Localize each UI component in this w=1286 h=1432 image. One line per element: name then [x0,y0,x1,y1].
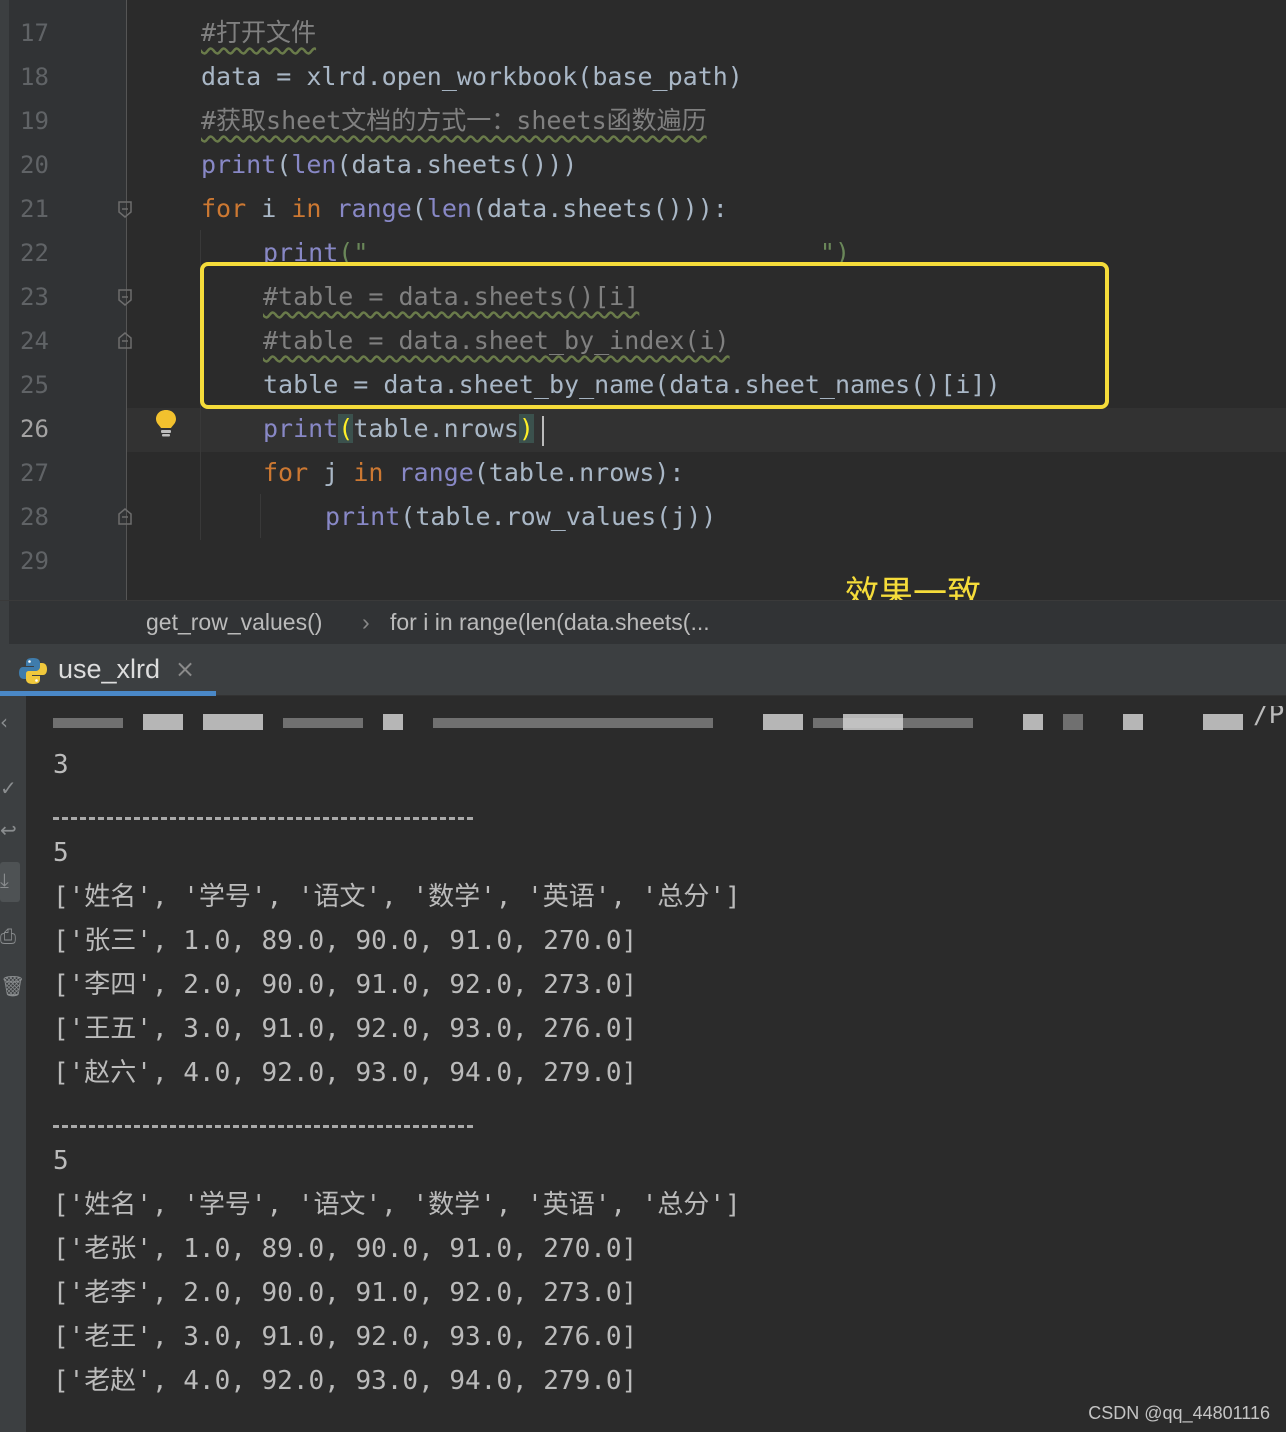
output-separator [53,1125,473,1128]
line-number: 18 [20,63,49,91]
code-line-21: for i in range(len(data.sheets())): [201,194,728,223]
scroll-up-icon[interactable]: ‹ [0,710,22,736]
fold-close-icon[interactable] [117,330,133,350]
keyword-in: in [291,194,322,223]
run-tab-label: use_xlrd [58,654,161,684]
line-number: 25 [20,371,49,399]
output-separator [53,817,473,820]
builtin-range: range [336,194,412,223]
output-row: ['李四', 2.0, 90.0, 91.0, 92.0, 273.0] [53,970,638,1000]
output-sheet-count: 3 [53,750,69,780]
line-number: 23 [20,283,49,311]
keyword-for: for [263,458,309,487]
output-row: ['赵六', 4.0, 92.0, 93.0, 94.0, 279.0] [53,1058,638,1088]
code-text: (data.sheets())) [336,150,578,179]
output-row: ['姓名', '学号', '语文', '数学', '英语', '总分'] [53,1190,741,1220]
output-row-count: 5 [53,1146,69,1176]
scroll-to-end-icon[interactable]: ⤓ [0,868,22,894]
fold-open-icon[interactable] [117,200,133,220]
breadcrumb-item-function[interactable]: get_row_values() [146,609,322,636]
code-line-17: #打开文件 [201,18,317,47]
output-row: ['老王', 3.0, 91.0, 92.0, 93.0, 276.0] [53,1322,638,1352]
output-row: ['张三', 1.0, 89.0, 90.0, 91.0, 270.0] [53,926,638,956]
line-number: 28 [20,503,49,531]
python-icon [18,656,48,686]
editor-left-strip [0,0,9,600]
output-row: ['姓名', '学号', '语文', '数学', '英语', '总分'] [53,882,741,912]
close-icon[interactable]: × [175,655,195,683]
code-line-19: #获取sheet文档的方式一：sheets函数遍历 [201,106,707,135]
trash-icon[interactable]: 🗑 [0,974,25,1000]
code-text: (data.sheets())): [471,194,728,223]
builtin-print: print [201,150,277,179]
line-number: 29 [20,547,49,575]
output-row: ['王五', 3.0, 91.0, 92.0, 93.0, 276.0] [53,1014,638,1044]
code-text: (table.nrows): [473,458,685,487]
annotation-caption: 效果一致 [845,574,981,600]
run-tool-window-header: use_xlrd × [0,644,1286,696]
code-text: j [308,458,354,487]
output-row: ['老张', 1.0, 89.0, 90.0, 91.0, 270.0] [53,1234,638,1264]
output-row: ['老赵', 4.0, 92.0, 93.0, 94.0, 279.0] [53,1366,638,1396]
indent-guide [260,494,261,538]
breadcrumb-left-strip [0,601,9,645]
code-editor[interactable]: 17 18 19 20 21 22 23 24 25 26 27 28 29 #… [0,0,1286,600]
redacted-command-path: /P [53,706,1286,740]
path-tail: /P [1253,706,1285,730]
code-line-18: data = xlrd.open_workbook(base_path) [201,62,743,91]
fold-open-icon[interactable] [117,288,133,308]
breadcrumb: get_row_values() › for i in range(len(da… [0,600,1286,645]
print-icon[interactable]: ⎙ [0,924,22,950]
console-toolbar: ‹ ✓ ↩ ⤓ ⎙ 🗑 [0,696,26,1432]
line-number: 20 [20,151,49,179]
builtin-print: print [263,414,339,443]
builtin-len: len [426,194,472,223]
output-row: ['老李', 2.0, 90.0, 91.0, 92.0, 273.0] [53,1278,638,1308]
line-number: 24 [20,327,49,355]
line-number: 19 [20,107,49,135]
output-row-count: 5 [53,838,69,868]
matched-paren: ( [338,414,354,443]
code-text: (table.row_values(j)) [400,502,717,531]
code-line-27: for j in range(table.nrows): [263,451,684,495]
line-number: 21 [20,195,49,223]
line-number: 22 [20,239,49,267]
builtin-len: len [291,150,337,179]
lightbulb-icon[interactable] [153,408,179,438]
line-number: 17 [20,19,49,47]
builtin-range: range [398,458,474,487]
breadcrumb-separator: › [362,609,370,635]
code-line-26: print(table.nrows) [263,407,534,451]
code-line-20: print(len(data.sheets())) [201,150,578,179]
line-number-current: 26 [20,415,49,443]
keyword-in: in [353,458,384,487]
code-text: table.nrows [353,414,519,443]
annotation-highlight-box [200,262,1109,409]
code-text: i [246,194,292,223]
run-tab-use-xlrd[interactable]: use_xlrd × [0,644,216,696]
builtin-print: print [325,502,401,531]
matched-paren: ) [518,414,534,443]
code-line-28: print(table.row_values(j)) [325,495,716,539]
fold-close-icon[interactable] [117,506,133,526]
soft-wrap-icon[interactable]: ↩ [0,818,22,844]
rerun-icon[interactable]: ✓ [0,776,22,802]
watermark: CSDN @qq_44801116 [1088,1403,1270,1423]
breadcrumb-item-for-loop[interactable]: for i in range(len(data.sheets(... [390,609,710,636]
keyword-for: for [201,194,247,223]
run-console[interactable]: ‹ ✓ ↩ ⤓ ⎙ 🗑 /P 3 5 ['姓名', '学号', '语文', '数… [0,696,1286,1432]
line-number: 27 [20,459,49,487]
text-cursor [542,416,544,446]
